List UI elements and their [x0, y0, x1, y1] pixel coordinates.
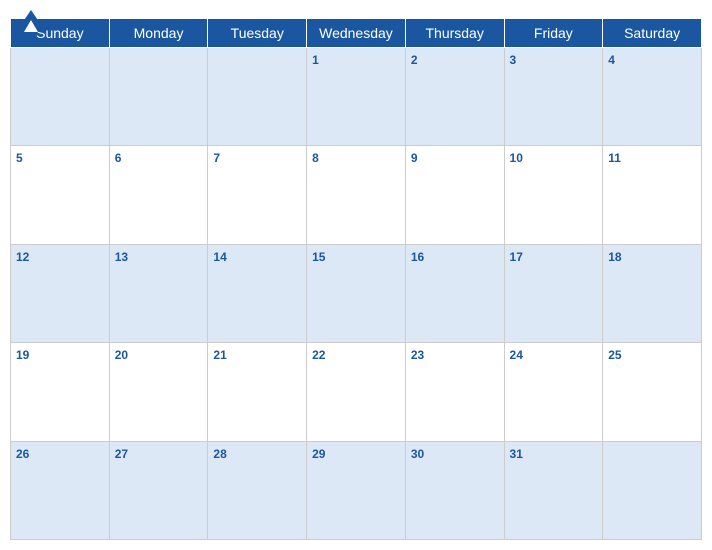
calendar-day-15: 15: [307, 244, 406, 342]
calendar-day-empty: [11, 48, 110, 146]
calendar-day-10: 10: [504, 146, 603, 244]
calendar-day-2: 2: [405, 48, 504, 146]
day-number: 25: [608, 348, 621, 362]
calendar-day-14: 14: [208, 244, 307, 342]
calendar-day-6: 6: [109, 146, 208, 244]
calendar-day-20: 20: [109, 343, 208, 441]
day-number: 23: [411, 348, 424, 362]
calendar-day-25: 25: [603, 343, 702, 441]
calendar-day-7: 7: [208, 146, 307, 244]
calendar-day-16: 16: [405, 244, 504, 342]
calendar-day-29: 29: [307, 441, 406, 539]
dow-header-friday: Friday: [504, 19, 603, 48]
calendar-day-11: 11: [603, 146, 702, 244]
calendar-day-31: 31: [504, 441, 603, 539]
dow-header-monday: Monday: [109, 19, 208, 48]
day-number: 29: [312, 447, 325, 461]
day-number: 24: [510, 348, 523, 362]
dow-header-saturday: Saturday: [603, 19, 702, 48]
dow-header-wednesday: Wednesday: [307, 19, 406, 48]
day-number: 1: [312, 53, 319, 67]
calendar-body: SundayMondayTuesdayWednesdayThursdayFrid…: [0, 14, 712, 550]
calendar-header: [0, 0, 712, 14]
logo: [16, 10, 46, 32]
calendar-day-5: 5: [11, 146, 110, 244]
calendar-day-13: 13: [109, 244, 208, 342]
calendar-day-19: 19: [11, 343, 110, 441]
day-number: 30: [411, 447, 424, 461]
day-number: 16: [411, 250, 424, 264]
calendar-day-4: 4: [603, 48, 702, 146]
calendar-day-26: 26: [11, 441, 110, 539]
dow-header-tuesday: Tuesday: [208, 19, 307, 48]
calendar-week-4: 19 20 21 22 23 24 25: [11, 343, 702, 441]
day-number: 15: [312, 250, 325, 264]
calendar-day-8: 8: [307, 146, 406, 244]
day-number: 6: [115, 151, 122, 165]
calendar-day-18: 18: [603, 244, 702, 342]
calendar-day-3: 3: [504, 48, 603, 146]
calendar-day-21: 21: [208, 343, 307, 441]
day-number: 2: [411, 53, 418, 67]
day-number: 7: [213, 151, 220, 165]
calendar-day-27: 27: [109, 441, 208, 539]
calendar-day-1: 1: [307, 48, 406, 146]
calendar-day-empty: [109, 48, 208, 146]
calendar-day-30: 30: [405, 441, 504, 539]
day-number: 9: [411, 151, 418, 165]
calendar-day-9: 9: [405, 146, 504, 244]
calendar-header-row: SundayMondayTuesdayWednesdayThursdayFrid…: [11, 19, 702, 48]
day-number: 18: [608, 250, 621, 264]
day-number: 31: [510, 447, 523, 461]
day-number: 11: [608, 151, 621, 165]
day-number: 17: [510, 250, 523, 264]
day-number: 4: [608, 53, 615, 67]
calendar-week-1: 1 2 3 4: [11, 48, 702, 146]
day-number: 8: [312, 151, 319, 165]
day-number: 21: [213, 348, 226, 362]
calendar-day-12: 12: [11, 244, 110, 342]
day-number: 12: [16, 250, 29, 264]
day-number: 5: [16, 151, 23, 165]
day-number: 20: [115, 348, 128, 362]
calendar-day-24: 24: [504, 343, 603, 441]
day-number: 19: [16, 348, 29, 362]
calendar-table: SundayMondayTuesdayWednesdayThursdayFrid…: [10, 18, 702, 540]
calendar-week-5: 26 27 28 29 30 31: [11, 441, 702, 539]
day-number: 27: [115, 447, 128, 461]
day-number: 28: [213, 447, 226, 461]
day-number: 14: [213, 250, 226, 264]
calendar-week-2: 5 6 7 8 9 10 11: [11, 146, 702, 244]
calendar-week-3: 12 13 14 15 16 17 18: [11, 244, 702, 342]
day-number: 13: [115, 250, 128, 264]
calendar-day-empty: [208, 48, 307, 146]
day-number: 3: [510, 53, 517, 67]
calendar-day-28: 28: [208, 441, 307, 539]
calendar-day-17: 17: [504, 244, 603, 342]
day-number: 26: [16, 447, 29, 461]
dow-header-thursday: Thursday: [405, 19, 504, 48]
day-number: 22: [312, 348, 325, 362]
logo-icon: [16, 10, 46, 32]
calendar-day-22: 22: [307, 343, 406, 441]
day-number: 10: [510, 151, 523, 165]
calendar-day-23: 23: [405, 343, 504, 441]
calendar-day-empty: [603, 441, 702, 539]
